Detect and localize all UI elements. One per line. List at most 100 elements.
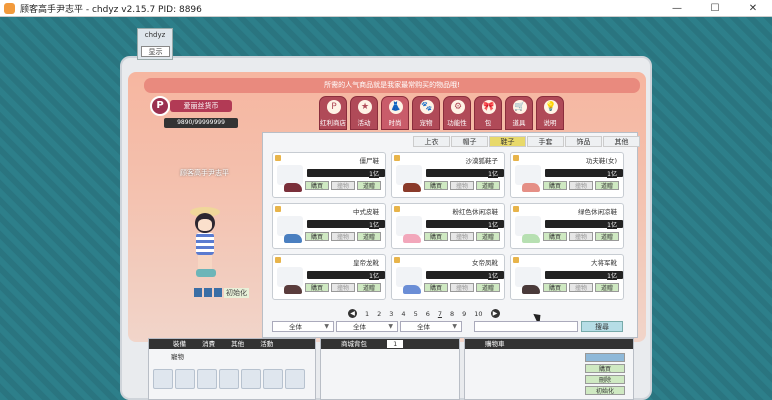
try-on-button[interactable]: 撞物 [569,181,593,190]
page-2[interactable]: 2 [377,310,381,318]
try-on-button[interactable]: 撞物 [331,181,355,190]
guild-info: 初始化 [194,288,249,298]
buy-button[interactable]: 購買 [305,232,329,241]
item-card[interactable]: 中式皮鞋 1亿 購買 撞物 道贈 [272,203,386,249]
tab-activity[interactable]: 活動 [260,340,273,348]
subcategory-tabs: 上衣 帽子 鞋子 手套 饰品 其他 [413,136,640,147]
tab-fashion[interactable]: 👗 时尚 [381,96,409,130]
page-3[interactable]: 3 [389,310,393,318]
item-card[interactable]: 粉红色休闲凉鞋 1亿 購買 撞物 道贈 [391,203,505,249]
minimize-button[interactable]: — [658,0,696,17]
try-on-button[interactable]: 撞物 [569,283,593,292]
search-input[interactable] [474,321,578,332]
item-card[interactable]: 沙漠狐鞋子 1亿 購買 撞物 道贈 [391,152,505,198]
page-9[interactable]: 9 [462,310,466,318]
page-10[interactable]: 10 [474,310,482,318]
item-card[interactable]: 绿色休闲凉鞋 1亿 購買 撞物 道贈 [510,203,624,249]
item-card[interactable]: 功夫鞋(女) 1亿 購買 撞物 道贈 [510,152,624,198]
cart-buy-button[interactable]: 購買 [585,364,625,373]
page-6[interactable]: 6 [426,310,430,318]
subtab-other[interactable]: 其他 [603,136,640,147]
filter-select-2[interactable]: 全体 [336,321,398,332]
gift-button[interactable]: 道贈 [595,283,619,292]
tab-items[interactable]: 🛒 道具 [505,96,533,130]
subtab-shoes[interactable]: 鞋子 [489,136,526,147]
buy-button[interactable]: 購買 [424,181,448,190]
buy-button[interactable]: 購買 [424,283,448,292]
app-icon [4,3,15,14]
tab-bag[interactable]: 🎀 包 [474,96,502,130]
item-card[interactable]: 皇帝龙靴 1亿 購買 撞物 道贈 [272,254,386,300]
next-page-icon[interactable]: ▶ [490,309,500,318]
shoe-icon [284,183,302,192]
show-button[interactable]: 显示 [141,46,170,57]
paw-icon: 🐾 [420,100,434,114]
inventory-slot[interactable] [175,369,195,389]
item-name: 僵尸鞋 [359,157,380,165]
gift-button[interactable]: 道贈 [357,232,381,241]
filter-select-1[interactable]: 全体 [272,321,334,332]
subtab-hats[interactable]: 帽子 [451,136,488,147]
item-image [277,165,303,192]
page-8[interactable]: 8 [450,310,454,318]
tab-event[interactable]: ★ 活动 [350,96,378,130]
page-1[interactable]: 1 [365,310,369,318]
try-on-button[interactable]: 撞物 [569,232,593,241]
buy-button[interactable]: 購買 [543,283,567,292]
inventory-slot[interactable] [285,369,305,389]
gift-button[interactable]: 道贈 [476,283,500,292]
tab-help[interactable]: 💡 说明 [536,96,564,130]
buy-button[interactable]: 購買 [543,181,567,190]
close-button[interactable]: ✕ [734,0,772,17]
shop-bag-page[interactable]: 1 [387,340,404,348]
subtab-accessories[interactable]: 饰品 [565,136,602,147]
cart-delete-button[interactable]: 刪除 [585,375,625,384]
tab-pet[interactable]: 🐾 宠物 [412,96,440,130]
gift-button[interactable]: 道贈 [595,181,619,190]
gift-button[interactable]: 道贈 [357,283,381,292]
filter-select-3[interactable]: 全体 [400,321,462,332]
item-card[interactable]: 大将军靴 1亿 購買 撞物 道贈 [510,254,624,300]
inventory-slot[interactable] [153,369,173,389]
inventory-slot[interactable] [263,369,283,389]
shop-bag-title: 商城背包 [341,340,367,348]
gear-icon: ⚙ [451,100,465,114]
cart-title: 購物車 [485,340,505,348]
page-7[interactable]: 7 [438,310,442,318]
item-card[interactable]: 女帝凤靴 1亿 購買 撞物 道贈 [391,254,505,300]
cart-reset-button[interactable]: 初始化 [585,386,625,395]
tab-equip[interactable]: 裝備 [173,340,186,348]
page-5[interactable]: 5 [414,310,418,318]
tab-functional[interactable]: ⚙ 功能性 [443,96,471,130]
try-on-button[interactable]: 撞物 [450,181,474,190]
inventory-slot[interactable] [219,369,239,389]
inventory-slot[interactable] [241,369,261,389]
buy-button[interactable]: 購買 [305,181,329,190]
subtab-tops[interactable]: 上衣 [413,136,450,147]
try-on-button[interactable]: 撞物 [331,283,355,292]
item-price: 1亿 [369,169,379,178]
try-on-button[interactable]: 撞物 [450,232,474,241]
inventory-slot[interactable] [197,369,217,389]
gift-button[interactable]: 道贈 [476,232,500,241]
prev-page-icon[interactable]: ◀ [348,309,357,318]
search-button[interactable]: 搜尋 [581,321,623,332]
page-4[interactable]: 4 [401,310,405,318]
item-card[interactable]: 僵尸鞋 1亿購買 撞物 道贈 [272,152,386,198]
gift-button[interactable]: 道贈 [357,181,381,190]
try-on-button[interactable]: 撞物 [331,232,355,241]
subtab-gloves[interactable]: 手套 [527,136,564,147]
tab-bonus-shop[interactable]: P 红利商店 [319,96,347,130]
tab-pet-inventory[interactable]: 寵物 [171,351,184,361]
buy-button[interactable]: 購買 [543,232,567,241]
tab-consume[interactable]: 消費 [202,340,215,348]
tab-etc[interactable]: 其他 [231,340,244,348]
buy-button[interactable]: 購買 [305,283,329,292]
buy-button[interactable]: 購買 [424,232,448,241]
cart-slot [585,353,625,362]
gift-button[interactable]: 道贈 [476,181,500,190]
gift-button[interactable]: 道贈 [595,232,619,241]
item-name: 沙漠狐鞋子 [465,157,499,165]
maximize-button[interactable]: ☐ [696,0,734,17]
try-on-button[interactable]: 撞物 [450,283,474,292]
